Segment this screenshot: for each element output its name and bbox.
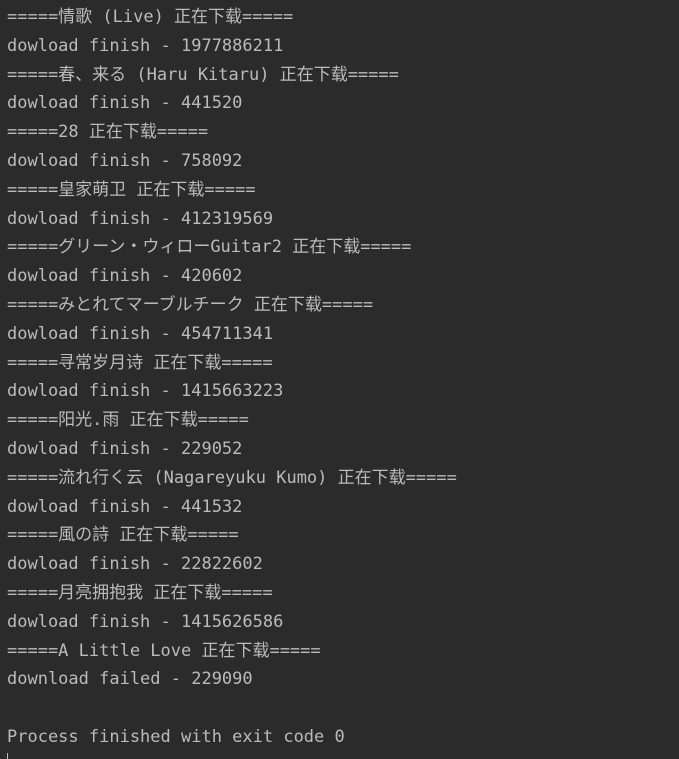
console-line: dowload finish - 441532 [7,496,243,517]
console-line: =====月亮拥抱我 正在下载===== [7,582,273,603]
console-line: =====春、来る (Haru Kitaru) 正在下载===== [7,64,399,85]
console-line: =====風の詩 正在下载===== [7,525,239,546]
console-line: dowload finish - 1415663223 [7,381,284,402]
console-line: =====グリーン・ウィローGuitar2 正在下载===== [7,237,412,258]
console-line: =====皇家萌卫 正在下载===== [7,179,256,200]
console-line: dowload finish - 454711341 [7,323,274,344]
console-line: dowload finish - 1415626586 [7,611,284,632]
console-output: =====情歌 (Live) 正在下载===== dowload finish … [0,0,679,759]
console-line: =====流れ行く云 (Nagareyuku Kumo) 正在下载===== [7,467,457,488]
console-line: =====阳光.雨 正在下载===== [7,410,249,431]
console-line: =====みとれてマーブルチーク 正在下载===== [7,294,374,315]
console-line: =====寻常岁月诗 正在下载===== [7,352,273,373]
process-exit-message: Process finished with exit code 0 [7,726,345,747]
text-caret[interactable] [7,753,8,759]
console-line: =====A Little Love 正在下载===== [7,640,321,661]
console-line: dowload finish - 229052 [7,438,243,459]
console-line: dowload finish - 412319569 [7,208,274,229]
console-line: dowload finish - 22822602 [7,554,263,575]
console-line: =====情歌 (Live) 正在下载===== [7,7,294,27]
console-line: dowload finish - 441520 [7,93,243,114]
console-line: download failed - 229090 [7,669,253,690]
console-line: dowload finish - 758092 [7,150,243,171]
console-line: dowload finish - 1977886211 [7,35,284,56]
console-line: =====28 正在下载===== [7,122,209,143]
console-line: dowload finish - 420602 [7,266,243,287]
console-line-blank [7,694,679,723]
